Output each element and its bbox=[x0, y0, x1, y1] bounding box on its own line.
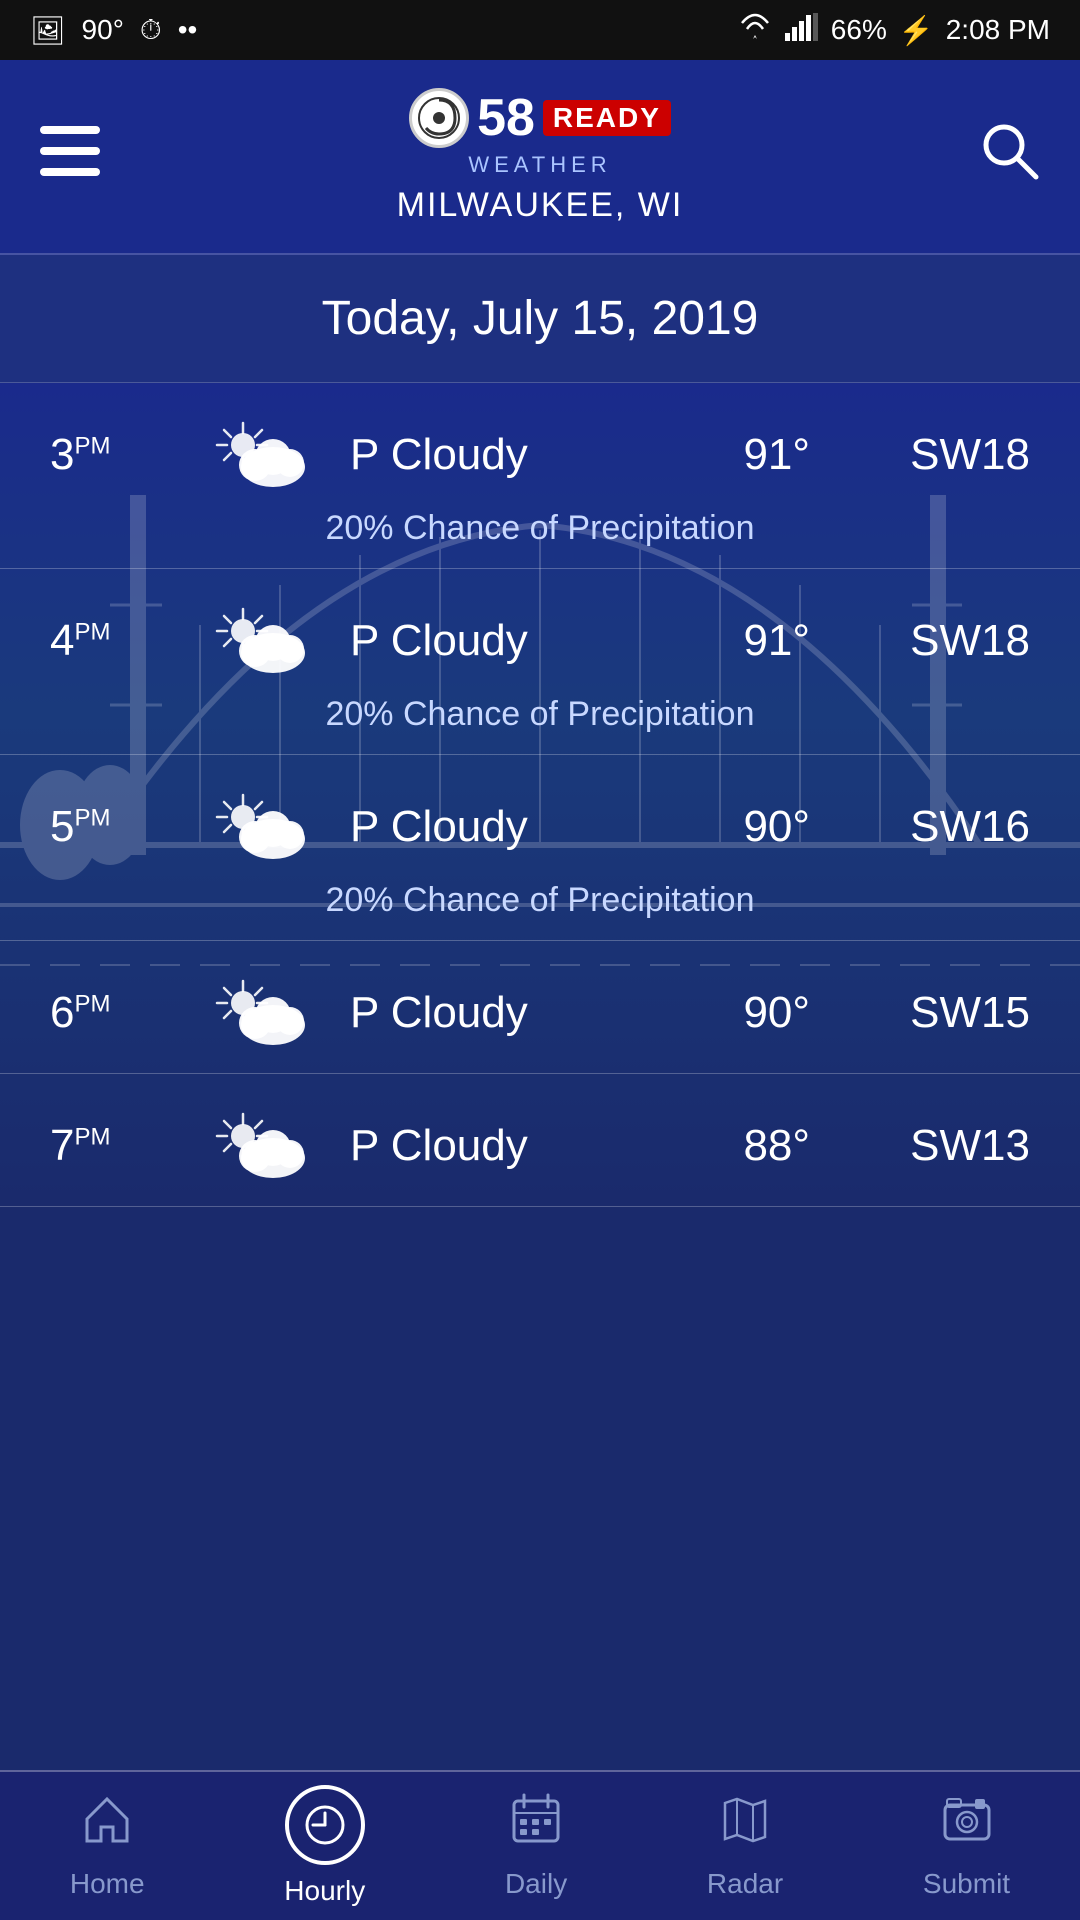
weather-row: 4PM P C bbox=[0, 569, 1080, 755]
status-left: 🖼 90° ⏱ •• bbox=[30, 14, 197, 47]
weather-time: 5PM bbox=[50, 802, 170, 852]
wifi-icon bbox=[737, 13, 773, 48]
weather-wind: SW13 bbox=[880, 1121, 1030, 1171]
temp-indicator: 90° bbox=[82, 14, 124, 46]
weather-condition-label: P Cloudy bbox=[350, 988, 713, 1038]
logo-weather-text: WEATHER bbox=[468, 152, 611, 178]
weather-temperature: 90° bbox=[743, 802, 810, 852]
home-icon bbox=[81, 1793, 133, 1858]
nav-hourly-label: Hourly bbox=[284, 1875, 365, 1907]
weather-list: 3PM P C bbox=[0, 383, 1080, 1207]
weather-wind: SW16 bbox=[880, 802, 1030, 852]
daily-icon bbox=[510, 1793, 562, 1858]
weather-temperature: 90° bbox=[743, 988, 810, 1038]
submit-icon bbox=[941, 1793, 993, 1858]
weather-row: 7PM P C bbox=[0, 1074, 1080, 1207]
weather-temperature: 91° bbox=[743, 616, 810, 666]
weather-condition-icon bbox=[200, 973, 320, 1053]
city-label: MILWAUKEE, WI bbox=[397, 186, 684, 225]
status-right: 66% ⚡ 2:08 PM bbox=[737, 13, 1050, 48]
weather-condition-label: P Cloudy bbox=[350, 616, 713, 666]
nav-radar-label: Radar bbox=[707, 1868, 783, 1900]
hourly-icon bbox=[285, 1785, 365, 1865]
signal-icon bbox=[785, 13, 819, 48]
timer-icon: ⏱ bbox=[140, 14, 162, 47]
weather-condition-icon bbox=[200, 601, 320, 681]
nav-submit-label: Submit bbox=[923, 1868, 1010, 1900]
app-logo: 58 READY WEATHER MILWAUKEE, WI bbox=[397, 88, 684, 225]
current-date: Today, July 15, 2019 bbox=[322, 292, 759, 345]
charging-icon: ⚡ bbox=[899, 14, 934, 47]
weather-row: 3PM P C bbox=[0, 383, 1080, 569]
weather-condition-icon bbox=[200, 415, 320, 495]
weather-condition-icon bbox=[200, 787, 320, 867]
weather-precip: 20% Chance of Precipitation bbox=[50, 695, 1030, 734]
menu-button[interactable] bbox=[40, 126, 100, 187]
nav-radar[interactable]: Radar bbox=[707, 1793, 783, 1900]
weather-condition-label: P Cloudy bbox=[350, 802, 713, 852]
weather-wind: SW15 bbox=[880, 988, 1030, 1038]
nav-hourly[interactable]: Hourly bbox=[284, 1785, 365, 1907]
weather-row: 6PM P C bbox=[0, 941, 1080, 1074]
weather-row: 5PM P C bbox=[0, 755, 1080, 941]
date-bar: Today, July 15, 2019 bbox=[0, 255, 1080, 383]
radar-icon bbox=[719, 1793, 771, 1858]
weather-time: 4PM bbox=[50, 616, 170, 666]
weather-condition-label: P Cloudy bbox=[350, 430, 713, 480]
weather-time: 3PM bbox=[50, 430, 170, 480]
logo-badge: 58 READY bbox=[409, 88, 671, 148]
weather-precip: 20% Chance of Precipitation bbox=[50, 881, 1030, 920]
weather-wind: SW18 bbox=[880, 430, 1030, 480]
weather-time: 6PM bbox=[50, 988, 170, 1038]
weather-wind: SW18 bbox=[880, 616, 1030, 666]
dots-icon: •• bbox=[178, 14, 198, 46]
photo-icon: 🖼 bbox=[30, 14, 66, 47]
nav-submit[interactable]: Submit bbox=[923, 1793, 1010, 1900]
logo-58-text: 58 bbox=[477, 88, 535, 148]
weather-temperature: 88° bbox=[743, 1121, 810, 1171]
battery-percentage: 66% bbox=[831, 14, 887, 46]
search-button[interactable] bbox=[980, 121, 1040, 193]
weather-precip: 20% Chance of Precipitation bbox=[50, 509, 1030, 548]
cbs-logo bbox=[409, 88, 469, 148]
weather-condition-icon bbox=[200, 1106, 320, 1186]
nav-home-label: Home bbox=[70, 1868, 145, 1900]
status-bar: 🖼 90° ⏱ •• 66% ⚡ 2:08 PM bbox=[0, 0, 1080, 60]
weather-condition-label: P Cloudy bbox=[350, 1121, 713, 1171]
nav-daily-label: Daily bbox=[505, 1868, 567, 1900]
time-display: 2:08 PM bbox=[946, 14, 1050, 46]
bottom-nav: Home Hourly bbox=[0, 1770, 1080, 1920]
logo-ready-text: READY bbox=[543, 100, 671, 136]
nav-home[interactable]: Home bbox=[70, 1793, 145, 1900]
app-header: 58 READY WEATHER MILWAUKEE, WI bbox=[0, 60, 1080, 255]
weather-temperature: 91° bbox=[743, 430, 810, 480]
nav-daily[interactable]: Daily bbox=[505, 1793, 567, 1900]
weather-time: 7PM bbox=[50, 1121, 170, 1171]
